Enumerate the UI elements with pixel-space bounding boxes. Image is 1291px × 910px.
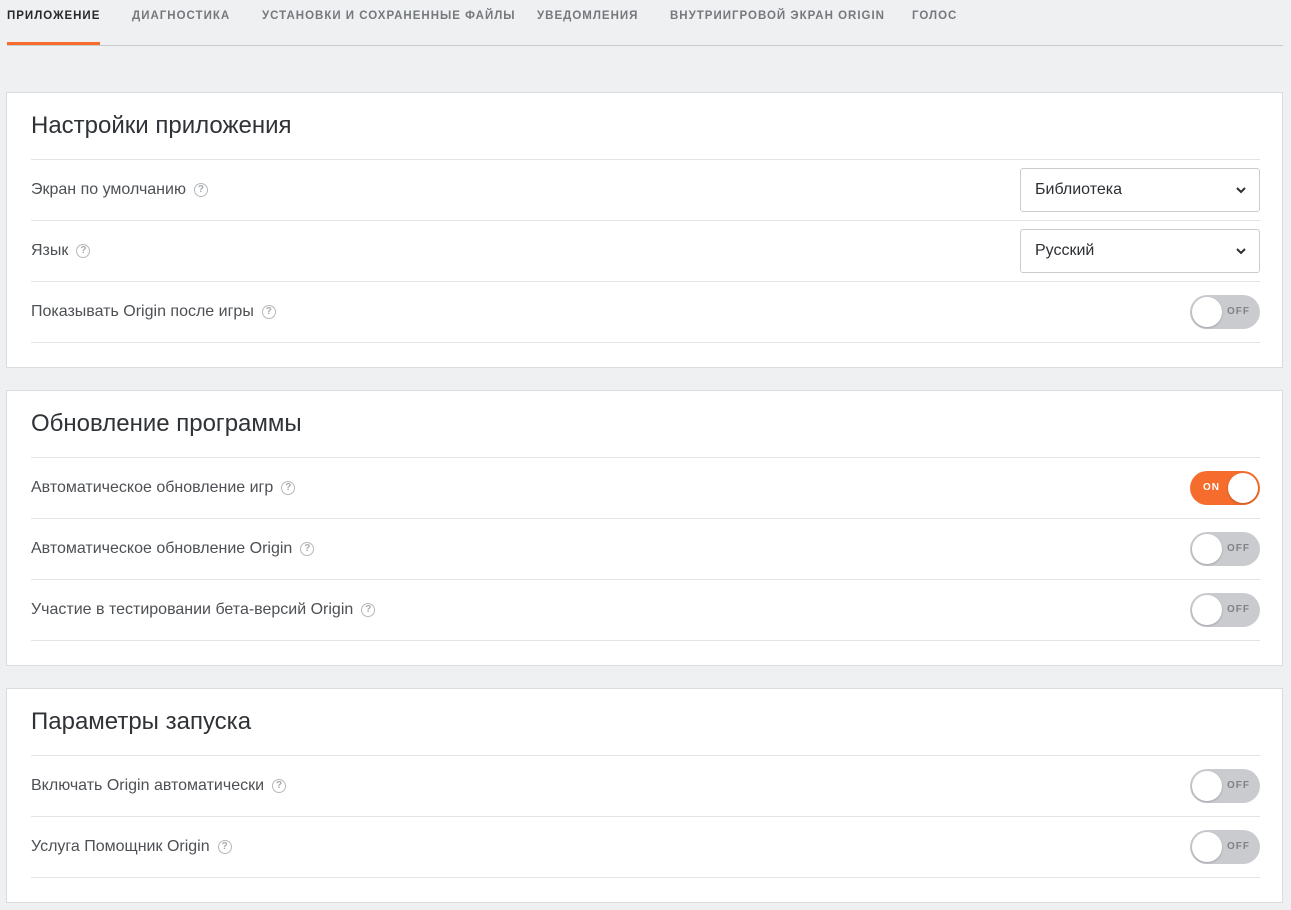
autostart-toggle[interactable]: OFF [1190, 769, 1260, 803]
launch-settings-title: Параметры запуска [31, 708, 252, 735]
show-after-game-label: Показывать Origin после игры [31, 303, 254, 320]
question-circle-icon[interactable]: ? [272, 779, 287, 793]
beta-label: Участие в тестировании бета-версий Origi… [31, 601, 354, 618]
toggle-state-label: ON [1203, 482, 1220, 493]
question-circle-icon[interactable]: ? [300, 542, 315, 556]
tab-in-game-overlay[interactable]: ВНУТРИИГРОВОЙ ЭКРАН ORIGIN [670, 0, 885, 44]
language-select[interactable]: Русский [1020, 229, 1260, 273]
chevron-down-icon [1236, 187, 1246, 194]
toggle-state-label: OFF [1227, 780, 1250, 791]
auto-update-games-label: Автоматическое обновление игр [31, 479, 274, 496]
autostart-row: Включать Origin автоматически ? OFF [31, 755, 1260, 816]
default-screen-row: Экран по умолчанию ? Библиотека [31, 159, 1260, 220]
language-row: Язык ? Русский [31, 220, 1260, 281]
update-settings-title: Обновление программы [31, 410, 302, 437]
toggle-knob [1192, 297, 1222, 327]
tab-application[interactable]: ПРИЛОЖЕНИЕ [7, 0, 101, 45]
tab-diagnostics[interactable]: ДИАГНОСТИКА [132, 0, 230, 44]
toggle-knob [1192, 771, 1222, 801]
helper-service-toggle[interactable]: OFF [1190, 830, 1260, 864]
toggle-knob [1192, 595, 1222, 625]
auto-update-origin-row: Автоматическое обновление Origin ? OFF [31, 518, 1260, 579]
tab-voice[interactable]: ГОЛОС [912, 0, 957, 44]
app-settings-title: Настройки приложения [31, 112, 292, 139]
toggle-state-label: OFF [1227, 306, 1250, 317]
show-after-game-row: Показывать Origin после игры ? OFF [31, 281, 1260, 343]
auto-update-games-row: Автоматическое обновление игр ? ON [31, 457, 1260, 518]
helper-service-label: Услуга Помощник Origin [31, 838, 210, 855]
default-screen-label: Экран по умолчанию [31, 181, 186, 198]
app-settings-card: Настройки приложения Экран по умолчанию … [6, 92, 1283, 368]
auto-update-origin-toggle[interactable]: OFF [1190, 532, 1260, 566]
beta-row: Участие в тестировании бета-версий Origi… [31, 579, 1260, 641]
toggle-knob [1228, 473, 1258, 503]
default-screen-value: Библиотека [1035, 181, 1122, 198]
question-circle-icon[interactable]: ? [217, 840, 232, 854]
question-circle-icon[interactable]: ? [193, 183, 208, 197]
launch-settings-card: Параметры запуска Включать Origin автома… [6, 688, 1283, 903]
tab-notifications[interactable]: УВЕДОМЛЕНИЯ [537, 0, 638, 44]
question-circle-icon[interactable]: ? [76, 244, 91, 258]
toggle-state-label: OFF [1227, 841, 1250, 852]
default-screen-select[interactable]: Библиотека [1020, 168, 1260, 212]
chevron-down-icon [1236, 248, 1246, 255]
language-label: Язык [31, 242, 69, 259]
toggle-state-label: OFF [1227, 604, 1250, 615]
auto-update-origin-label: Автоматическое обновление Origin [31, 540, 293, 557]
question-circle-icon[interactable]: ? [261, 305, 276, 319]
tab-installs-saves[interactable]: УСТАНОВКИ И СОХРАНЕННЫЕ ФАЙЛЫ [262, 0, 516, 44]
question-circle-icon[interactable]: ? [361, 603, 376, 617]
question-circle-icon[interactable]: ? [281, 481, 296, 495]
update-settings-card: Обновление программы Автоматическое обно… [6, 390, 1283, 666]
toggle-knob [1192, 832, 1222, 862]
helper-service-row: Услуга Помощник Origin ? OFF [31, 816, 1260, 878]
toggle-state-label: OFF [1227, 543, 1250, 554]
toggle-knob [1192, 534, 1222, 564]
autostart-label: Включать Origin автоматически [31, 777, 265, 794]
auto-update-games-toggle[interactable]: ON [1190, 471, 1260, 505]
show-after-game-toggle[interactable]: OFF [1190, 295, 1260, 329]
beta-toggle[interactable]: OFF [1190, 593, 1260, 627]
language-value: Русский [1035, 242, 1095, 259]
settings-tabs: ПРИЛОЖЕНИЕ ДИАГНОСТИКА УСТАНОВКИ И СОХРА… [7, 0, 1283, 46]
